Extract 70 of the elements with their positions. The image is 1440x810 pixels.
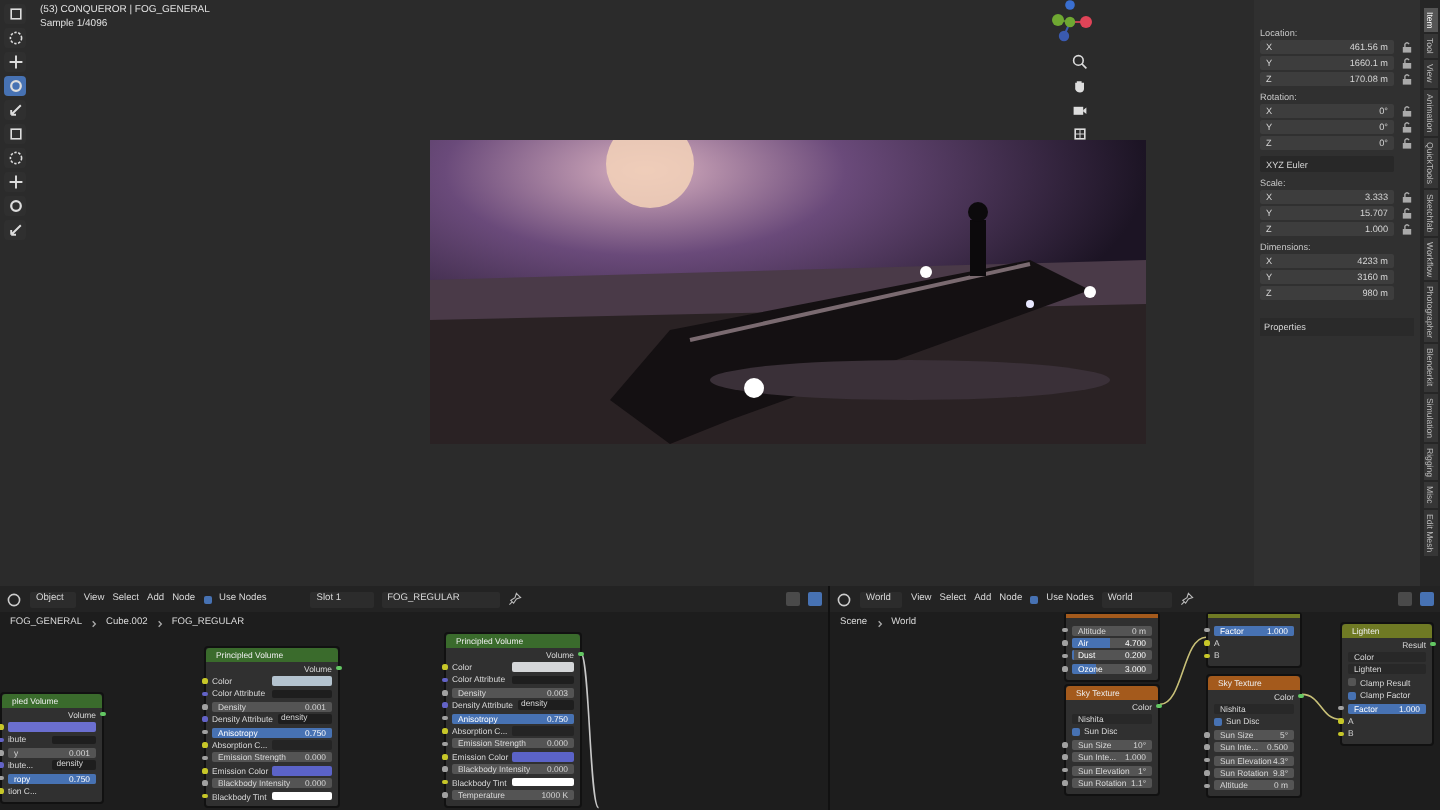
lock-icon[interactable] — [1400, 136, 1414, 150]
chevron-icon — [90, 619, 98, 627]
checkbox[interactable] — [1348, 691, 1356, 700]
socket-icon[interactable] — [1062, 666, 1068, 672]
socket-icon[interactable] — [442, 664, 448, 670]
lock-icon[interactable] — [1400, 56, 1414, 70]
socket-icon[interactable] — [442, 792, 448, 798]
socket-icon[interactable] — [202, 678, 208, 684]
checkbox[interactable] — [1072, 727, 1080, 736]
socket-icon[interactable] — [1338, 718, 1344, 724]
checkbox[interactable] — [203, 595, 212, 603]
attribute-field[interactable] — [52, 735, 96, 745]
editor-type-icon[interactable] — [6, 591, 22, 607]
color-swatch[interactable] — [271, 791, 332, 801]
checkbox[interactable] — [1348, 678, 1356, 687]
socket-icon[interactable] — [100, 711, 106, 717]
socket-icon[interactable] — [1204, 653, 1210, 659]
checkbox[interactable] — [1214, 717, 1222, 726]
lock-icon[interactable] — [1400, 72, 1414, 86]
move-icon[interactable] — [4, 52, 26, 72]
zoom-icon[interactable] — [1070, 52, 1088, 70]
socket-icon[interactable] — [1430, 641, 1436, 647]
select-icon[interactable] — [4, 4, 26, 24]
socket-icon[interactable] — [202, 755, 208, 761]
attribute-field[interactable] — [512, 675, 574, 685]
attribute-field[interactable] — [271, 689, 332, 699]
socket-icon[interactable] — [442, 741, 448, 747]
socket-icon[interactable] — [442, 779, 448, 785]
color-swatch[interactable] — [512, 752, 574, 762]
socket-icon[interactable] — [1062, 653, 1068, 659]
lock-icon[interactable] — [1400, 120, 1414, 134]
color-swatch[interactable] — [272, 766, 332, 776]
lock-icon[interactable] — [1400, 40, 1414, 54]
pin-icon[interactable] — [507, 592, 522, 606]
socket-icon[interactable] — [1338, 731, 1344, 737]
color-swatch[interactable] — [512, 726, 574, 736]
node-link — [1301, 693, 1341, 720]
socket-icon[interactable] — [1204, 627, 1210, 633]
socket-icon[interactable] — [1204, 770, 1210, 776]
color-swatch[interactable] — [8, 722, 96, 732]
color-swatch[interactable] — [271, 740, 332, 750]
node-link — [1159, 636, 1207, 706]
socket-icon[interactable] — [1062, 640, 1068, 646]
node-panel[interactable] — [444, 632, 582, 808]
lock-icon[interactable] — [1400, 104, 1414, 118]
color-swatch[interactable] — [512, 662, 574, 672]
socket-icon[interactable] — [202, 793, 208, 799]
socket-icon[interactable] — [1062, 627, 1068, 633]
socket-icon[interactable] — [578, 651, 584, 657]
pin-icon[interactable] — [1180, 592, 1195, 606]
socket-icon[interactable] — [336, 665, 342, 671]
socket-icon[interactable] — [1062, 780, 1068, 786]
lock-icon[interactable] — [1400, 190, 1414, 204]
socket-icon[interactable] — [1156, 703, 1162, 709]
socket-icon[interactable] — [1298, 693, 1304, 699]
editor-type-icon[interactable] — [836, 591, 852, 607]
color-swatch[interactable] — [271, 676, 332, 686]
scale-icon[interactable] — [4, 100, 26, 120]
socket-icon[interactable] — [442, 728, 448, 734]
socket-icon[interactable] — [1204, 640, 1210, 646]
socket-icon[interactable] — [1204, 783, 1210, 789]
checkbox[interactable] — [1030, 595, 1039, 603]
lock-icon[interactable] — [1400, 206, 1414, 220]
rotate-icon[interactable] — [4, 76, 26, 96]
socket-icon[interactable] — [1338, 705, 1344, 711]
lock-icon[interactable] — [1400, 222, 1414, 236]
color-swatch[interactable] — [512, 777, 574, 787]
cursor-icon[interactable] — [4, 28, 26, 48]
grid-icon[interactable] — [1070, 124, 1088, 142]
socket-icon[interactable] — [202, 742, 208, 748]
